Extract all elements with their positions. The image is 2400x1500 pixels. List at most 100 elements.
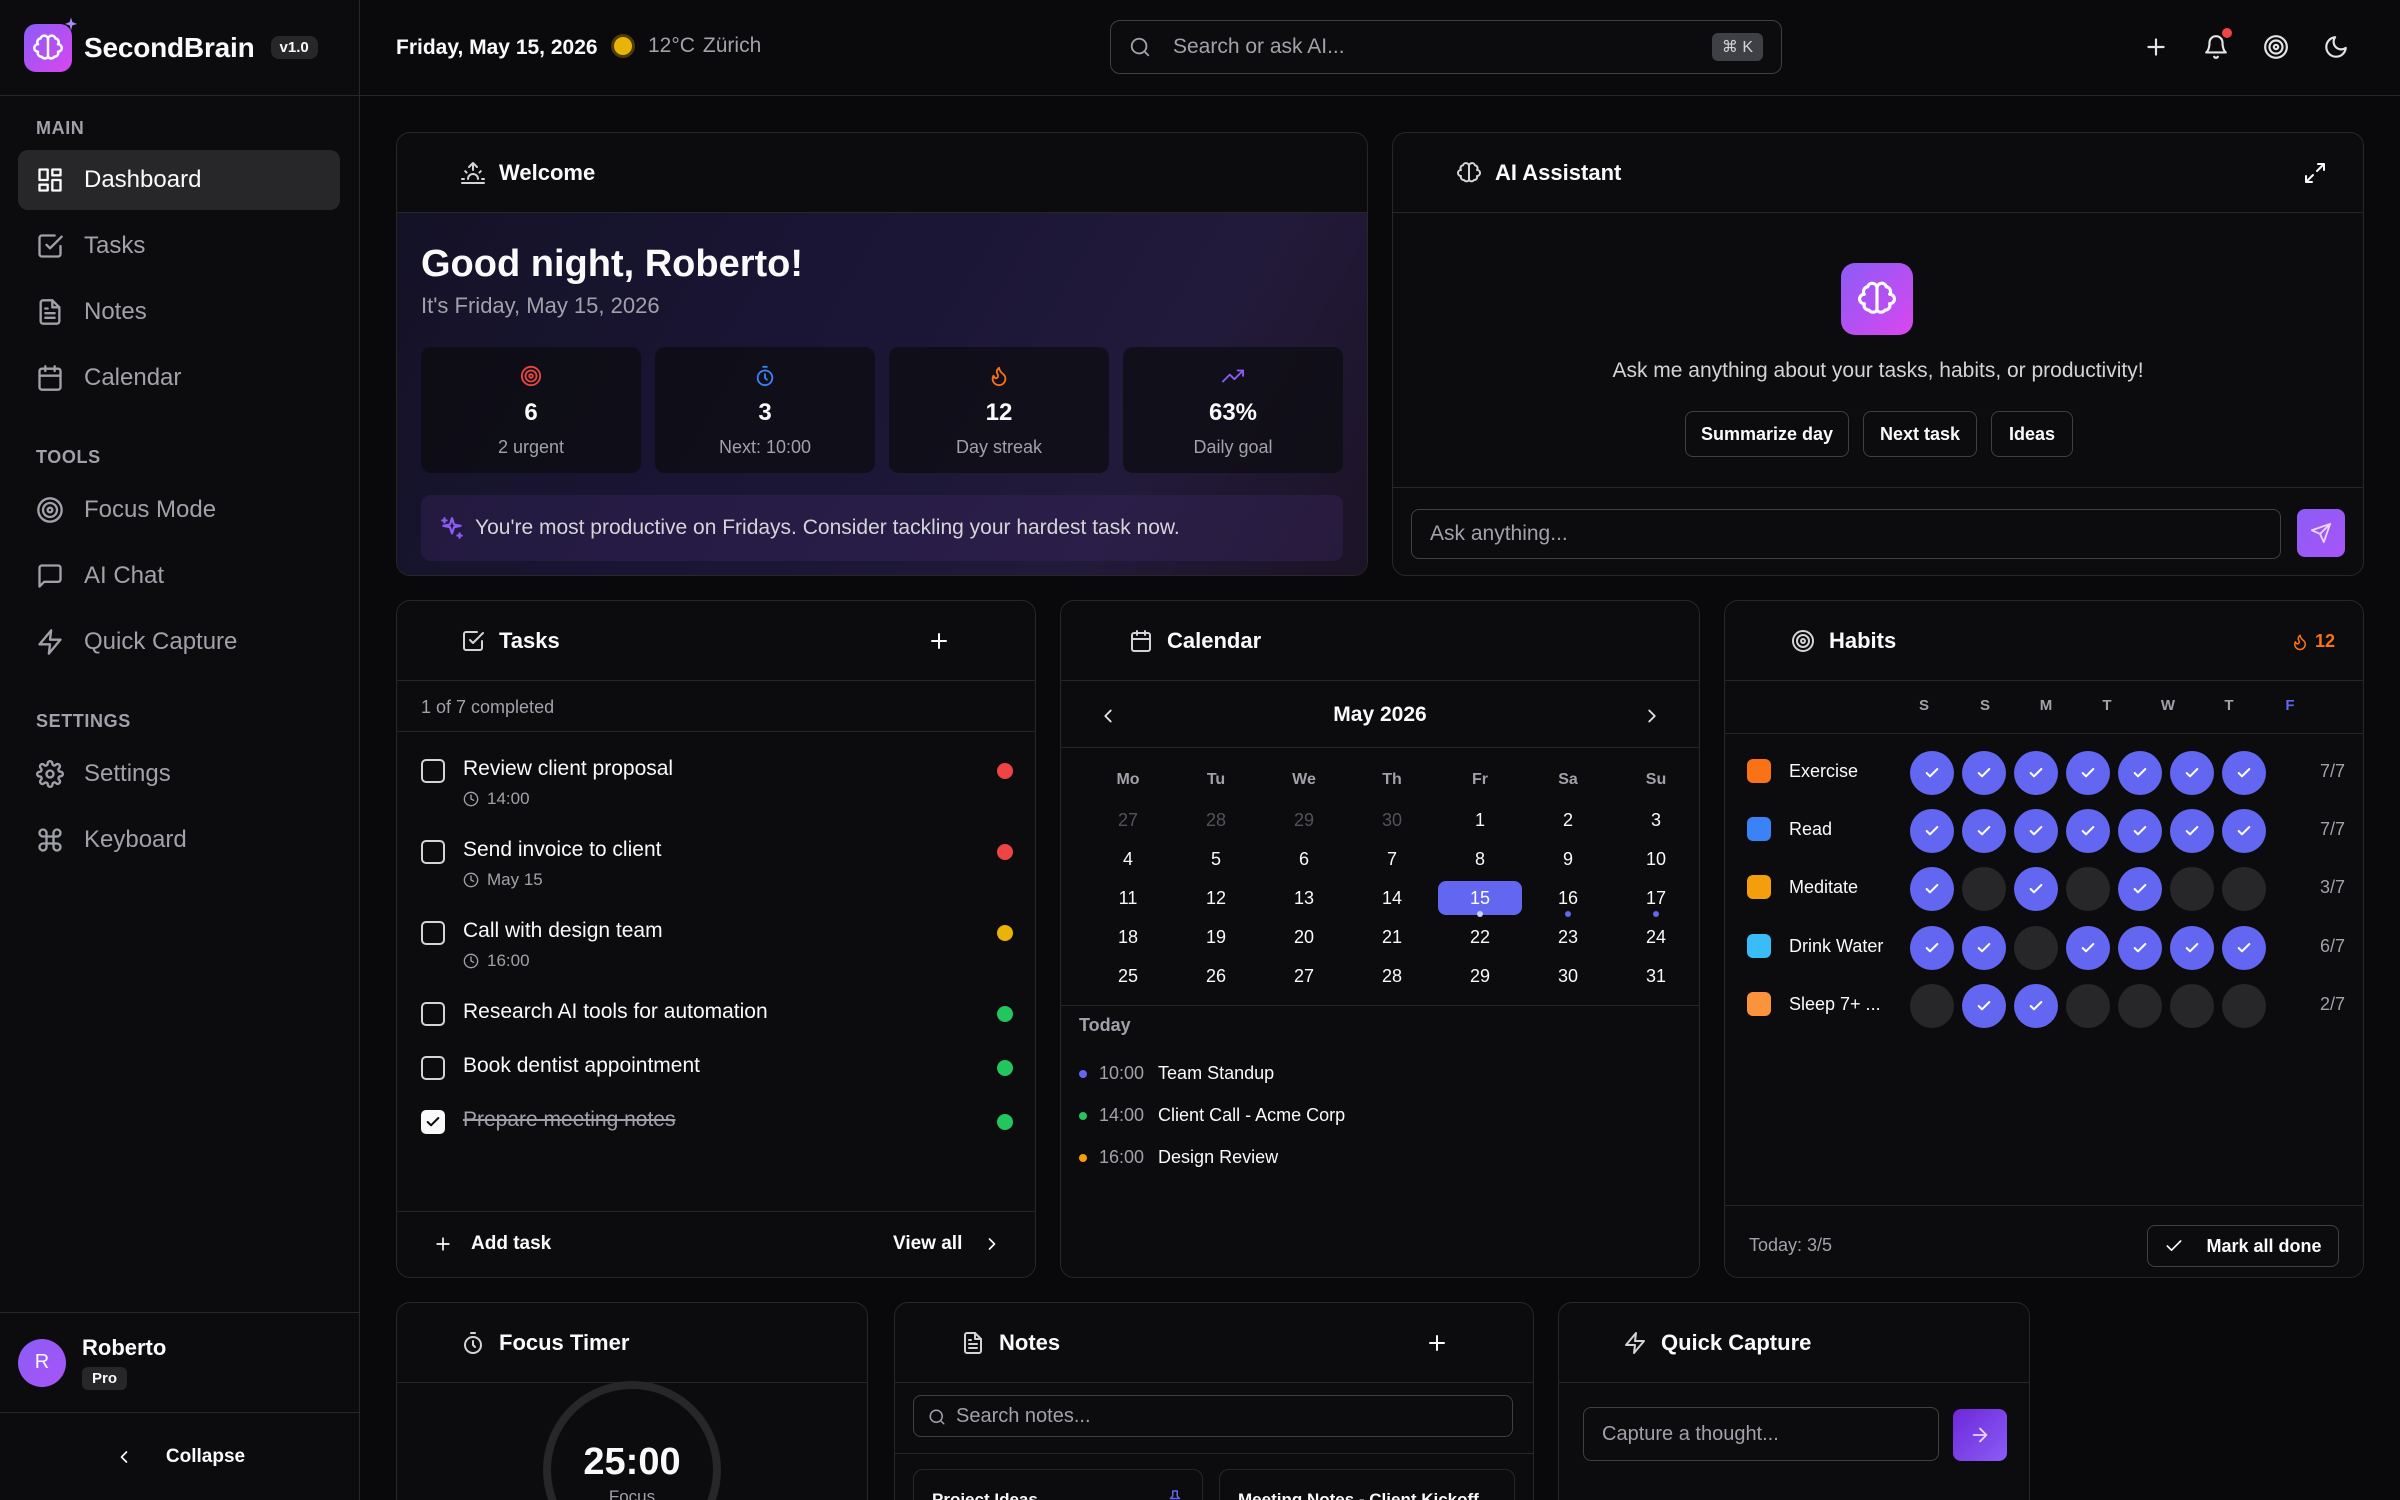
add-task-icon[interactable] [927, 629, 951, 653]
habit-check-empty[interactable] [2222, 984, 2266, 1028]
chip-next-task[interactable]: Next task [1863, 411, 1977, 457]
calendar-day[interactable]: 26 [1174, 959, 1258, 993]
sidebar-item-settings[interactable]: Settings [18, 744, 340, 804]
note-card[interactable]: Meeting Notes - Client Kickoff [1219, 1469, 1515, 1500]
collapse-button[interactable]: Collapse [0, 1412, 359, 1500]
habit-check-done[interactable] [2014, 984, 2058, 1028]
sidebar-item-focus-mode[interactable]: Focus Mode [18, 480, 340, 540]
habit-check-done[interactable] [2066, 926, 2110, 970]
calendar-day[interactable]: 27 [1262, 959, 1346, 993]
sidebar-item-quick-capture[interactable]: Quick Capture [18, 612, 340, 672]
habit-check-done[interactable] [2222, 809, 2266, 853]
habit-check-done[interactable] [2170, 751, 2214, 795]
habit-check-empty[interactable] [1962, 867, 2006, 911]
calendar-day[interactable]: 12 [1174, 881, 1258, 915]
calendar-day[interactable]: 21 [1350, 920, 1434, 954]
habit-check-empty[interactable] [2066, 867, 2110, 911]
habit-check-done[interactable] [1910, 926, 1954, 970]
sidebar-item-ai-chat[interactable]: AI Chat [18, 546, 340, 606]
calendar-day[interactable]: 18 [1086, 920, 1170, 954]
sidebar-item-keyboard[interactable]: Keyboard [18, 810, 340, 870]
habit-check-done[interactable] [1962, 984, 2006, 1028]
chip-ideas[interactable]: Ideas [1991, 411, 2073, 457]
calendar-day[interactable]: 19 [1174, 920, 1258, 954]
task-checkbox-checked[interactable] [421, 1110, 445, 1134]
ai-chat-input[interactable]: Ask anything... [1411, 509, 2281, 559]
calendar-day[interactable]: 8 [1438, 842, 1522, 876]
calendar-event[interactable]: 14:00 Client Call - Acme Corp [1079, 1105, 1345, 1126]
habit-check-done[interactable] [2170, 926, 2214, 970]
habit-check-done[interactable] [2014, 751, 2058, 795]
calendar-day[interactable]: 5 [1174, 842, 1258, 876]
sidebar-item-notes[interactable]: Notes [18, 282, 340, 342]
calendar-day[interactable]: 11 [1086, 881, 1170, 915]
add-note-icon[interactable] [1425, 1331, 1449, 1355]
send-button[interactable] [2297, 509, 2345, 557]
calendar-day[interactable]: 10 [1614, 842, 1698, 876]
habit-check-done[interactable] [2118, 926, 2162, 970]
habit-check-empty[interactable] [2222, 867, 2266, 911]
habit-check-done[interactable] [1910, 751, 1954, 795]
calendar-day-today[interactable]: 15 [1438, 881, 1522, 915]
calendar-day[interactable]: 7 [1350, 842, 1434, 876]
capture-input[interactable]: Capture a thought... [1583, 1407, 1939, 1461]
mark-all-done-button[interactable]: Mark all done [2147, 1225, 2339, 1267]
habit-check-done[interactable] [2014, 809, 2058, 853]
habit-check-empty[interactable] [2014, 926, 2058, 970]
calendar-event[interactable]: 10:00 Team Standup [1079, 1063, 1274, 1084]
habit-check-done[interactable] [2170, 809, 2214, 853]
calendar-day[interactable]: 22 [1438, 920, 1522, 954]
habit-check-empty[interactable] [2118, 984, 2162, 1028]
habit-check-done[interactable] [1910, 867, 1954, 911]
brain-icon[interactable] [24, 16, 77, 72]
sidebar-item-calendar[interactable]: Calendar [18, 348, 340, 408]
habit-check-done[interactable] [2118, 809, 2162, 853]
calendar-day[interactable]: 30 [1350, 803, 1434, 837]
habit-check-done[interactable] [2222, 751, 2266, 795]
task-checkbox[interactable] [421, 921, 445, 945]
calendar-day[interactable]: 4 [1086, 842, 1170, 876]
calendar-day[interactable]: 25 [1086, 959, 1170, 993]
task-checkbox[interactable] [421, 1056, 445, 1080]
calendar-day[interactable]: 16 [1526, 881, 1610, 915]
task-checkbox[interactable] [421, 759, 445, 783]
task-checkbox[interactable] [421, 840, 445, 864]
calendar-day[interactable]: 3 [1614, 803, 1698, 837]
plus-icon[interactable] [2143, 34, 2169, 60]
calendar-day[interactable]: 29 [1262, 803, 1346, 837]
calendar-day[interactable]: 1 [1438, 803, 1522, 837]
view-all-button[interactable]: View all [893, 1233, 1002, 1255]
calendar-day[interactable]: 28 [1350, 959, 1434, 993]
calendar-day[interactable]: 30 [1526, 959, 1610, 993]
chevron-right-icon[interactable] [1641, 705, 1663, 727]
calendar-day[interactable]: 31 [1614, 959, 1698, 993]
chip-summarize-day[interactable]: Summarize day [1685, 411, 1849, 457]
calendar-day[interactable]: 2 [1526, 803, 1610, 837]
habit-check-done[interactable] [1910, 809, 1954, 853]
capture-submit-button[interactable] [1953, 1409, 2007, 1461]
notes-search-input[interactable]: Search notes... [913, 1395, 1513, 1437]
calendar-day[interactable]: 29 [1438, 959, 1522, 993]
habit-check-done[interactable] [1962, 809, 2006, 853]
habit-check-empty[interactable] [2170, 984, 2214, 1028]
habit-check-done[interactable] [1962, 926, 2006, 970]
moon-icon[interactable] [2323, 34, 2349, 60]
sidebar-item-tasks[interactable]: Tasks [18, 216, 340, 276]
habit-check-done[interactable] [2118, 751, 2162, 795]
calendar-day[interactable]: 27 [1086, 803, 1170, 837]
habit-check-done[interactable] [2066, 751, 2110, 795]
habit-check-done[interactable] [2066, 809, 2110, 853]
add-task-button[interactable]: Add task [433, 1233, 551, 1255]
habit-check-done[interactable] [1962, 751, 2006, 795]
calendar-day[interactable]: 24 [1614, 920, 1698, 954]
calendar-day[interactable]: 17 [1614, 881, 1698, 915]
pin-icon[interactable] [1166, 1488, 1184, 1500]
habit-check-empty[interactable] [2170, 867, 2214, 911]
target-icon[interactable] [2263, 34, 2289, 60]
calendar-day[interactable]: 20 [1262, 920, 1346, 954]
calendar-event[interactable]: 16:00 Design Review [1079, 1147, 1278, 1168]
calendar-day[interactable]: 14 [1350, 881, 1434, 915]
expand-icon[interactable] [2303, 161, 2327, 185]
habit-check-done[interactable] [2118, 867, 2162, 911]
task-checkbox[interactable] [421, 1002, 445, 1026]
